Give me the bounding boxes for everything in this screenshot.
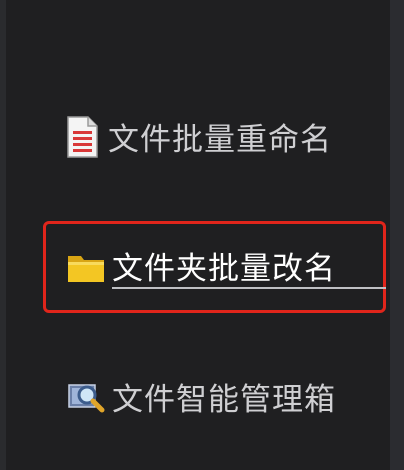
menu-item-smart-file-manager[interactable]: 文件智能管理箱 [66, 374, 336, 419]
menu-item-label: 文件批量重命名 [108, 122, 332, 158]
menu-item-folder-batch-rename[interactable]: 文件夹批量改名 [66, 243, 336, 288]
magnifier-icon [66, 377, 106, 417]
document-icon [66, 115, 98, 158]
menu-item-label: 文件智能管理箱 [112, 382, 336, 418]
selected-item-underline [112, 287, 386, 289]
right-panel-edge [390, 0, 404, 470]
menu-item-label: 文件夹批量改名 [112, 251, 336, 287]
left-panel-edge [0, 0, 6, 470]
folder-icon [66, 246, 106, 286]
menu-item-file-batch-rename[interactable]: 文件批量重命名 [66, 114, 332, 159]
